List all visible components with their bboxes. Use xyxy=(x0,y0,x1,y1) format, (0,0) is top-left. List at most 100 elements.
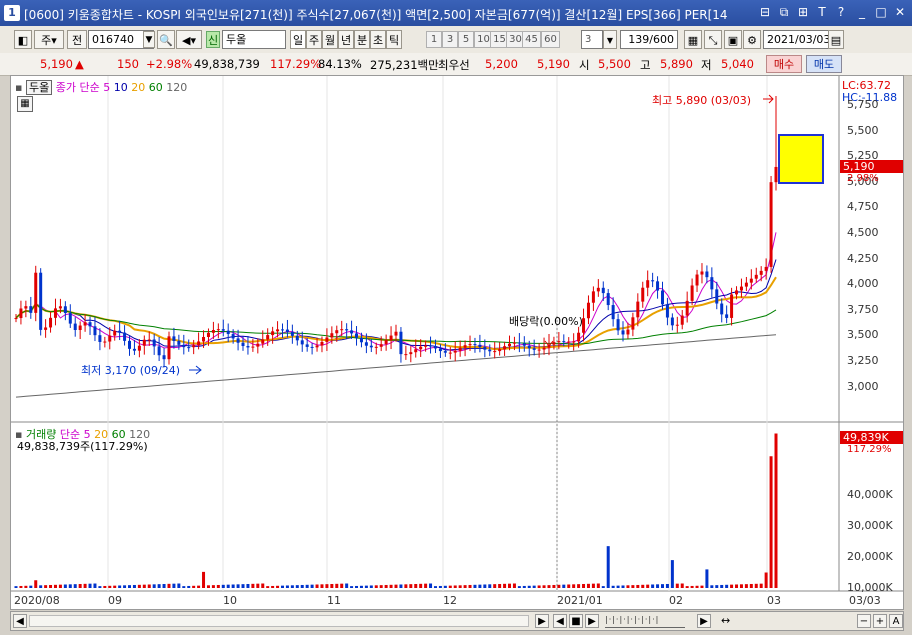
volume-bar xyxy=(512,583,516,588)
candle-body xyxy=(695,274,699,286)
volume-bar xyxy=(58,584,62,588)
layout-icon[interactable]: ◧ xyxy=(14,30,32,49)
volume-bar xyxy=(137,584,141,588)
candle-body xyxy=(631,317,635,330)
volume-bar xyxy=(685,586,689,588)
scroll-left-icon[interactable]: ◀ xyxy=(13,614,27,628)
date-field[interactable]: 2021/03/03 xyxy=(763,30,830,49)
candle-body xyxy=(725,314,729,318)
minute-60-button[interactable]: 60 xyxy=(541,31,560,48)
zoom-in-icon[interactable]: + xyxy=(873,614,887,628)
volume-bar xyxy=(710,585,714,588)
volume-bar xyxy=(216,584,220,588)
volume-bar xyxy=(295,585,299,588)
search-icon[interactable]: 🔍 xyxy=(157,30,175,49)
period-0-button[interactable]: 일 xyxy=(290,30,306,49)
candle-body xyxy=(577,332,581,342)
volume-bar xyxy=(493,584,497,588)
save-icon[interactable]: ▣ xyxy=(724,30,742,49)
volume-tick-label: 20,000K xyxy=(847,550,893,563)
help-icon[interactable]: ? xyxy=(834,5,848,19)
stock-tab[interactable]: 두올 xyxy=(25,80,53,95)
text-size-icon[interactable]: T xyxy=(815,5,829,19)
crosshair-cursor-box[interactable] xyxy=(778,134,824,184)
volume-bar xyxy=(636,584,640,588)
candle-body xyxy=(251,346,255,348)
zoom-a-icon[interactable]: A xyxy=(889,614,903,628)
sell-button[interactable]: 매도 xyxy=(806,55,842,73)
candle-body xyxy=(167,336,171,360)
best-bid: 5,190 xyxy=(537,57,570,71)
candle-body xyxy=(715,289,719,304)
candle-body xyxy=(128,340,132,349)
candle-body xyxy=(19,308,23,319)
volume-bar xyxy=(606,546,610,588)
price-tick-label: 3,000 xyxy=(847,379,879,393)
scroll-end-icon[interactable]: ▶ xyxy=(697,614,711,628)
candle-body xyxy=(340,329,344,331)
volume-bar xyxy=(172,583,176,588)
period-6-button[interactable]: 틱 xyxy=(386,30,402,49)
settings-icon[interactable]: ⚙ xyxy=(743,30,761,49)
chart-type-select[interactable]: 주▾ xyxy=(34,30,64,49)
link-icon[interactable]: ⊟ xyxy=(758,5,772,19)
calendar-icon[interactable]: ▤ xyxy=(828,30,844,49)
period-5-button[interactable]: 초 xyxy=(370,30,386,49)
count-dropdown-icon[interactable]: ▼ xyxy=(603,30,617,49)
candle-body xyxy=(764,266,768,271)
new-badge: 신 xyxy=(206,31,220,48)
minute-3-button[interactable]: 3 xyxy=(442,31,458,48)
minute-45-button[interactable]: 45 xyxy=(522,31,541,48)
step-back-icon[interactable]: ◀ xyxy=(553,614,567,628)
candle-body xyxy=(108,335,112,342)
speaker-icon[interactable]: ◀▾ xyxy=(176,30,202,49)
candle-body xyxy=(680,315,684,325)
ma120-legend: 120 xyxy=(166,81,188,94)
draw-line-icon[interactable]: ⤡ xyxy=(704,30,722,49)
range-field[interactable]: 139/600 xyxy=(620,30,678,49)
volume-bar xyxy=(621,585,625,588)
chart-canvas[interactable] xyxy=(11,76,903,609)
pin-icon[interactable]: ⊞ xyxy=(796,5,810,19)
period-4-button[interactable]: 분 xyxy=(354,30,370,49)
chart-area[interactable]: ▪ 두올 종가 단순 5 10 20 60 120 ▦ 최고 5,890 (03… xyxy=(10,75,904,610)
period-2-button[interactable]: 월 xyxy=(322,30,338,49)
zoom-pointer-icon[interactable]: ↔ xyxy=(721,614,751,628)
candle-body xyxy=(443,351,447,353)
stop-icon[interactable]: ■ xyxy=(569,614,583,628)
minute-1-button[interactable]: 1 xyxy=(426,31,442,48)
candle-body xyxy=(512,342,516,344)
grid-toggle-icon[interactable]: ▦ xyxy=(17,96,33,112)
zoom-slider[interactable]: |·|·|·|·|·|·|·| xyxy=(605,615,685,628)
volume-bar xyxy=(429,583,433,588)
prev-button[interactable]: 전 xyxy=(67,30,87,49)
period-3-button[interactable]: 년 xyxy=(338,30,354,49)
play-icon[interactable]: ▶ xyxy=(585,614,599,628)
candle-body xyxy=(285,329,289,332)
date-tick-label: 03 xyxy=(767,594,781,607)
period-1-button[interactable]: 주 xyxy=(306,30,322,49)
buy-button[interactable]: 매수 xyxy=(766,55,802,73)
close-icon[interactable]: ✕ xyxy=(893,5,907,19)
zoom-out-icon[interactable]: − xyxy=(857,614,871,628)
stock-name-field[interactable]: 두올 xyxy=(222,30,286,49)
volume-bar xyxy=(19,585,23,588)
volume-bar xyxy=(246,583,250,588)
code-dropdown-icon[interactable]: ▼ xyxy=(143,31,155,48)
minute-5-button[interactable]: 5 xyxy=(458,31,474,48)
count-field[interactable]: 3 xyxy=(581,30,603,49)
minimize-icon[interactable]: _ xyxy=(855,5,869,19)
volume-bar xyxy=(725,584,729,588)
candle-body xyxy=(463,345,467,348)
price-tick-label: 4,750 xyxy=(847,200,879,214)
volume-bar xyxy=(53,584,57,588)
date-tick-label: 02 xyxy=(669,594,683,607)
scroll-right-icon[interactable]: ▶ xyxy=(535,614,549,628)
scroll-track[interactable] xyxy=(29,615,529,627)
restore-window-icon[interactable]: ⧉ xyxy=(777,5,791,19)
grid-icon[interactable]: ▦ xyxy=(684,30,702,49)
volume-bar xyxy=(123,585,127,588)
volume-bar xyxy=(68,584,72,588)
volume-bar xyxy=(142,584,146,588)
maximize-icon[interactable]: □ xyxy=(874,5,888,19)
